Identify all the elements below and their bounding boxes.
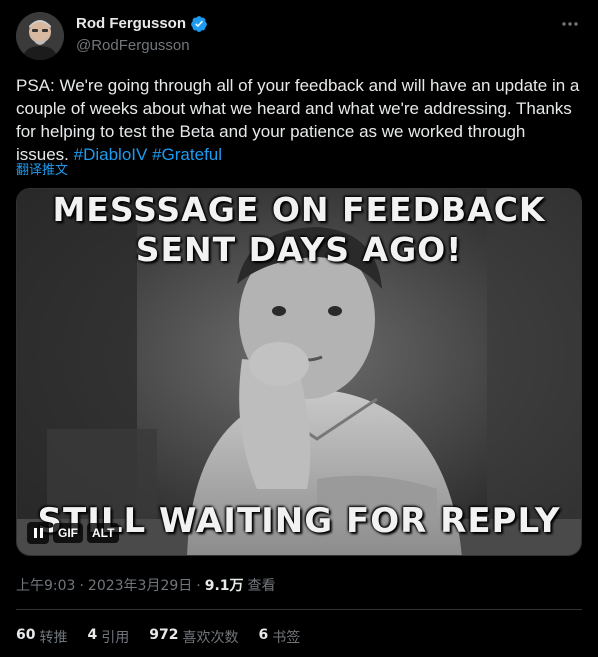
- tweet-stats: 60 转推 4 引用 972 喜欢次数 6 书签: [16, 627, 300, 647]
- gif-badge: GIF: [53, 523, 83, 543]
- hashtag-diabloiv[interactable]: #DiabloIV: [74, 145, 148, 164]
- tweet-text: PSA: We're going through all of your fee…: [16, 74, 582, 166]
- pause-icon[interactable]: [27, 522, 49, 544]
- tweet-date[interactable]: 2023年3月29日: [88, 575, 192, 595]
- gif-controls: GIF ALT: [27, 522, 120, 544]
- author-name[interactable]: Rod Fergusson: [76, 14, 186, 34]
- author-handle[interactable]: @RodFergusson: [76, 36, 208, 56]
- gif-media[interactable]: MESSSAGE ON FEEDBACK SENT DAYS AGO! STIL…: [16, 188, 582, 556]
- divider: [16, 609, 582, 610]
- views-label: 查看: [247, 578, 276, 594]
- meme-caption-top-1: MESSSAGE ON FEEDBACK: [52, 190, 546, 229]
- likes-count: 972: [149, 627, 179, 643]
- views-count: 9.1万: [204, 578, 244, 594]
- alt-badge[interactable]: ALT: [87, 523, 120, 543]
- likes-label: 喜欢次数: [182, 630, 239, 646]
- translate-tweet-link[interactable]: 翻译推文: [16, 159, 68, 178]
- quotes-label: 引用: [101, 630, 130, 646]
- retweets-label: 转推: [39, 630, 68, 646]
- likes-stat[interactable]: 972 喜欢次数: [149, 627, 238, 647]
- hashtag-grateful[interactable]: #Grateful: [152, 145, 222, 164]
- retweets-count: 60: [16, 627, 36, 643]
- tweet-meta: 上午9:03 · 2023年3月29日 · 9.1万 查看: [16, 575, 276, 595]
- avatar-image: [16, 12, 64, 60]
- bookmarks-stat[interactable]: 6 书签: [258, 627, 300, 647]
- quotes-stat[interactable]: 4 引用: [87, 627, 129, 647]
- retweets-stat[interactable]: 60 转推: [16, 627, 67, 647]
- meta-separator: ·: [79, 578, 84, 594]
- quotes-count: 4: [87, 627, 98, 643]
- bookmarks-label: 书签: [272, 630, 301, 646]
- author-block: Rod Fergusson @RodFergusson: [76, 14, 208, 56]
- tweet-time[interactable]: 上午9:03: [16, 575, 75, 595]
- verified-badge-icon[interactable]: [190, 15, 208, 33]
- avatar[interactable]: [16, 12, 64, 60]
- bookmarks-count: 6: [258, 627, 269, 643]
- meme-caption-top-2: SENT DAYS AGO!: [135, 230, 463, 269]
- meta-separator-2: ·: [196, 578, 201, 594]
- author-name-row: Rod Fergusson: [76, 14, 208, 34]
- more-dots-icon[interactable]: [560, 14, 580, 34]
- tweet-card: Rod Fergusson @RodFergusson PSA: We're g…: [0, 0, 598, 657]
